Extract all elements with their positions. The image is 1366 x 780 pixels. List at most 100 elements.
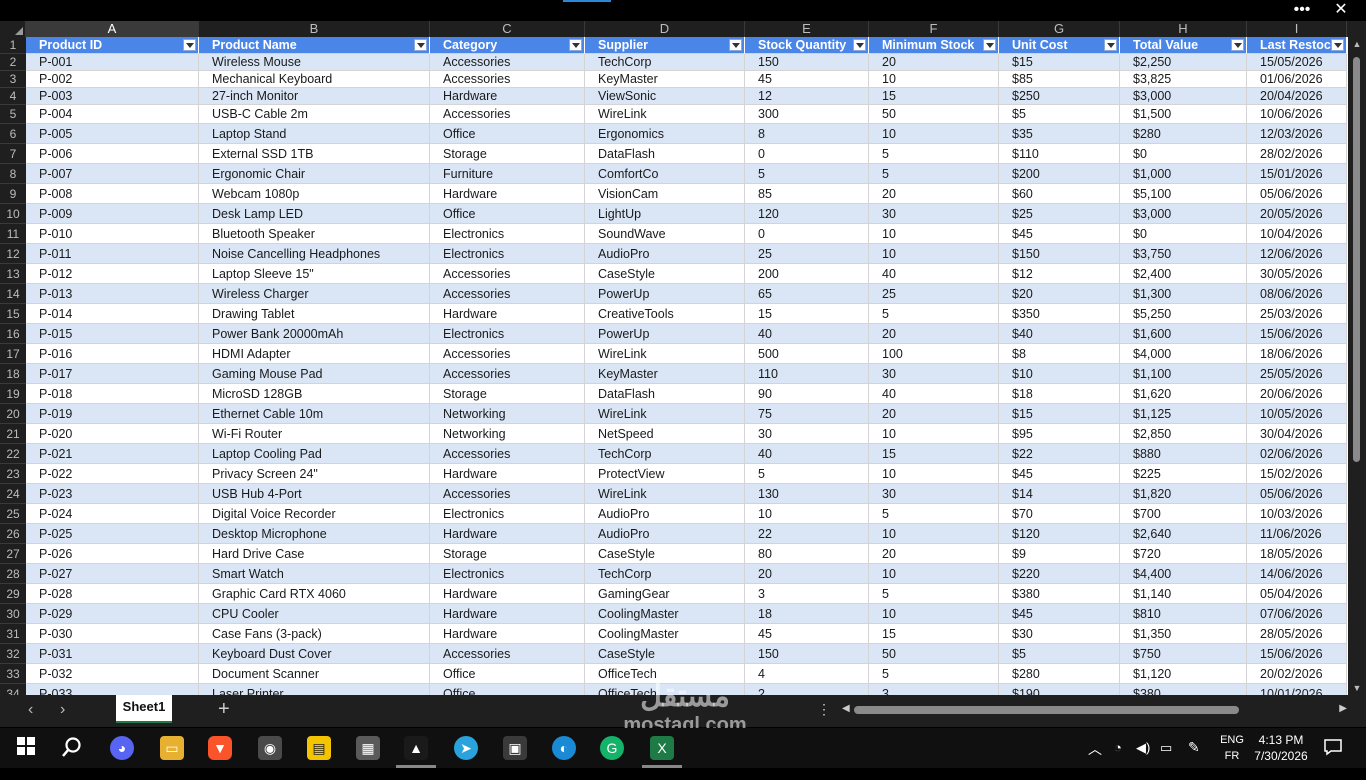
table-cell[interactable]: $15	[999, 54, 1120, 71]
table-cell[interactable]: P-019	[26, 404, 199, 424]
row-header[interactable]: 9	[0, 184, 26, 204]
table-cell[interactable]: NetSpeed	[585, 424, 745, 444]
table-cell[interactable]: 45	[745, 71, 869, 88]
table-cell[interactable]: 5	[745, 164, 869, 184]
grammarly-icon[interactable]: G	[600, 736, 624, 760]
filter-dropdown-icon[interactable]	[1231, 39, 1244, 51]
column-header-f[interactable]: F	[869, 21, 999, 37]
table-cell[interactable]: 14/06/2026	[1247, 564, 1347, 584]
row-header[interactable]: 1	[0, 37, 26, 54]
table-cell[interactable]: $12	[999, 264, 1120, 284]
table-cell[interactable]: 12/06/2026	[1247, 244, 1347, 264]
table-cell[interactable]: $14	[999, 484, 1120, 504]
table-cell[interactable]: 30/04/2026	[1247, 424, 1347, 444]
terminal-icon[interactable]: ▣	[503, 736, 527, 760]
row-header[interactable]: 11	[0, 224, 26, 244]
column-header-d[interactable]: D	[585, 21, 745, 37]
table-cell[interactable]: Accessories	[430, 264, 585, 284]
table-cell[interactable]: CaseStyle	[585, 264, 745, 284]
table-cell[interactable]: 30	[745, 424, 869, 444]
table-cell[interactable]: 22	[745, 524, 869, 544]
brave-browser-icon[interactable]: ▼	[208, 736, 232, 760]
table-cell[interactable]: P-007	[26, 164, 199, 184]
table-cell[interactable]: 12	[745, 88, 869, 105]
search-icon[interactable]	[60, 736, 84, 760]
table-cell[interactable]: 150	[745, 644, 869, 664]
select-all-corner[interactable]	[0, 21, 26, 37]
table-cell[interactable]: Electronics	[430, 324, 585, 344]
table-cell[interactable]: P-033	[26, 684, 199, 695]
table-cell[interactable]: Power Bank 20000mAh	[199, 324, 430, 344]
table-cell[interactable]: Laser Printer	[199, 684, 430, 695]
table-cell[interactable]: 15	[869, 624, 999, 644]
table-cell[interactable]: Electronics	[430, 564, 585, 584]
table-cell[interactable]: Document Scanner	[199, 664, 430, 684]
table-cell[interactable]: Drawing Tablet	[199, 304, 430, 324]
table-cell[interactable]: Graphic Card RTX 4060	[199, 584, 430, 604]
table-cell[interactable]: P-024	[26, 504, 199, 524]
table-cell[interactable]: Laptop Cooling Pad	[199, 444, 430, 464]
table-cell[interactable]: 20	[869, 54, 999, 71]
table-cell[interactable]: $1,000	[1120, 164, 1247, 184]
table-cell[interactable]: $45	[999, 464, 1120, 484]
table-cell[interactable]: Electronics	[430, 504, 585, 524]
row-header[interactable]: 13	[0, 264, 26, 284]
table-cell[interactable]: $150	[999, 244, 1120, 264]
table-cell[interactable]: $380	[1120, 684, 1247, 695]
table-cell[interactable]: 65	[745, 284, 869, 304]
row-header[interactable]: 34	[0, 684, 26, 695]
table-cell[interactable]: P-018	[26, 384, 199, 404]
scroll-right-arrow-icon[interactable]: ▶	[1339, 703, 1347, 714]
row-header[interactable]: 18	[0, 364, 26, 384]
table-cell[interactable]: 50	[869, 105, 999, 124]
table-cell[interactable]: DataFlash	[585, 384, 745, 404]
table-cell[interactable]: $5	[999, 644, 1120, 664]
table-cell[interactable]: 15	[869, 444, 999, 464]
table-cell[interactable]: P-022	[26, 464, 199, 484]
table-cell[interactable]: $35	[999, 124, 1120, 144]
table-cell[interactable]: P-023	[26, 484, 199, 504]
table-cell[interactable]: VisionCam	[585, 184, 745, 204]
table-cell[interactable]: USB Hub 4-Port	[199, 484, 430, 504]
table-cell[interactable]: Bluetooth Speaker	[199, 224, 430, 244]
table-cell[interactable]: Accessories	[430, 444, 585, 464]
column-header-b[interactable]: B	[199, 21, 430, 37]
table-cell[interactable]: KeyMaster	[585, 71, 745, 88]
row-header[interactable]: 27	[0, 544, 26, 564]
table-cell[interactable]: Wireless Charger	[199, 284, 430, 304]
table-cell[interactable]: $3,750	[1120, 244, 1247, 264]
table-cell[interactable]: 10/05/2026	[1247, 404, 1347, 424]
table-cell[interactable]: 3	[745, 584, 869, 604]
table-cell[interactable]: Case Fans (3-pack)	[199, 624, 430, 644]
table-cell[interactable]: Accessories	[430, 284, 585, 304]
table-cell[interactable]: GamingGear	[585, 584, 745, 604]
table-cell[interactable]: 80	[745, 544, 869, 564]
table-cell[interactable]: 30	[869, 204, 999, 224]
table-cell[interactable]: $880	[1120, 444, 1247, 464]
table-cell[interactable]: Electronics	[430, 224, 585, 244]
table-cell[interactable]: $1,500	[1120, 105, 1247, 124]
table-cell[interactable]: 08/06/2026	[1247, 284, 1347, 304]
table-cell[interactable]: Storage	[430, 384, 585, 404]
table-cell[interactable]: 12/03/2026	[1247, 124, 1347, 144]
table-cell[interactable]: 30/05/2026	[1247, 264, 1347, 284]
windows-start-icon[interactable]	[14, 736, 38, 760]
table-cell[interactable]: 18	[745, 604, 869, 624]
table-cell[interactable]: $280	[999, 664, 1120, 684]
scroll-down-arrow-icon[interactable]: ▼	[1352, 683, 1362, 693]
table-cell[interactable]: 25/05/2026	[1247, 364, 1347, 384]
table-cell[interactable]: WireLink	[585, 484, 745, 504]
table-cell[interactable]: 15/05/2026	[1247, 54, 1347, 71]
table-cell[interactable]: 15/06/2026	[1247, 324, 1347, 344]
filter-dropdown-icon[interactable]	[983, 39, 996, 51]
table-cell[interactable]: 10/01/2026	[1247, 684, 1347, 695]
table-cell[interactable]: 5	[745, 464, 869, 484]
column-header-h[interactable]: H	[1120, 21, 1247, 37]
table-cell[interactable]: 40	[869, 384, 999, 404]
row-header[interactable]: 14	[0, 284, 26, 304]
table-cell[interactable]: 10	[869, 71, 999, 88]
row-header[interactable]: 5	[0, 105, 26, 124]
table-cell[interactable]: Wi-Fi Router	[199, 424, 430, 444]
table-cell[interactable]: $9	[999, 544, 1120, 564]
more-options-button[interactable]: •••	[1287, 0, 1317, 20]
